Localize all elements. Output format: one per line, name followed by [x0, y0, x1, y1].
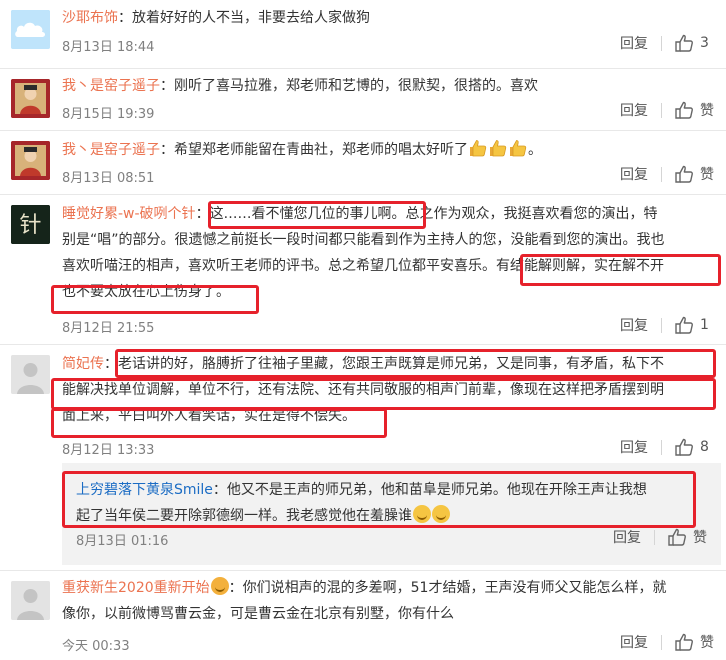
- comment-actions: 回复 赞: [620, 100, 714, 120]
- comment-username[interactable]: 睡觉好累-w-破咧个针: [62, 206, 196, 222]
- comment-time: 8月12日 21:55: [62, 321, 155, 336]
- comment-actions: 回复 3: [620, 33, 714, 53]
- divider: [661, 102, 662, 118]
- comment-item: 重获新生2020重新开始 ：你们说相声的混的多差啊，51才结婚，王声没有师父又能怎…: [0, 570, 726, 660]
- thumbs-up-icon[interactable]: [674, 164, 694, 184]
- reply-button[interactable]: 回复: [620, 100, 648, 120]
- character-avatar-icon: 针: [11, 205, 50, 244]
- comment-text: 放着好好的人不当，非要去给人家做狗: [132, 10, 370, 26]
- default-avatar-icon: [11, 581, 50, 620]
- divider: [654, 529, 655, 545]
- comment-username[interactable]: 我丶是窑子遥子: [62, 78, 160, 94]
- avatar-glyph: 针: [19, 213, 41, 238]
- thumbs-up-emoji-icon: [508, 139, 528, 157]
- comment-text: 刚听了喜马拉雅，郑老师和艺博的，很默契，很搭的。喜欢: [174, 78, 538, 94]
- avatar[interactable]: [11, 355, 50, 394]
- default-avatar-icon: [11, 355, 50, 394]
- thumbs-up-emoji-icon: [488, 139, 508, 157]
- divider: [661, 634, 662, 650]
- comment-item: 沙耶布饰：放着好好的人不当，非要去给人家做狗 8月13日 18:44 回复 3: [0, 0, 726, 68]
- thumbs-up-emoji-icon: [468, 139, 488, 157]
- cloud-avatar-icon: [11, 10, 50, 49]
- avatar[interactable]: [11, 10, 50, 49]
- reply-time: 8月13日 01:16: [76, 534, 169, 549]
- divider: [661, 166, 662, 182]
- comment-text-line: 像你，以前微博骂曹云金，可是曹云金在北京有别墅，你有什么: [62, 606, 454, 622]
- divider: [661, 35, 662, 51]
- comment-time: 8月12日 13:33: [62, 443, 155, 458]
- divider: [661, 317, 662, 333]
- comment-actions: 回复 赞: [620, 632, 714, 652]
- avatar[interactable]: [11, 581, 50, 620]
- comment-username[interactable]: 重获新生2020重新开始: [62, 580, 210, 596]
- comment-text-line: 别是“唱”的部分。很遗憾之前挺长一段时间都只能看到作为主持人的您，没能看到您的演…: [62, 232, 665, 248]
- comment-time: 8月13日 18:44: [62, 40, 155, 55]
- comment-username[interactable]: 沙耶布饰: [62, 10, 118, 26]
- comment-actions: 回复 赞: [620, 164, 714, 184]
- thumbs-up-icon[interactable]: [674, 100, 694, 120]
- reply-button[interactable]: 回复: [620, 632, 648, 652]
- thumbs-up-icon[interactable]: [674, 632, 694, 652]
- thumbs-up-icon[interactable]: [667, 527, 687, 547]
- thumbs-up-icon[interactable]: [674, 33, 694, 53]
- like-count[interactable]: 1: [700, 317, 714, 333]
- like-count[interactable]: 8: [700, 439, 714, 455]
- highlight-box: [62, 471, 696, 528]
- portrait-avatar-icon: [11, 79, 50, 118]
- like-button[interactable]: 赞: [693, 527, 707, 547]
- comment-actions: 回复 8: [620, 437, 714, 457]
- comment-actions: 回复 1: [620, 315, 714, 335]
- comment-text-line: 你们说相声的混的多差啊，51才结婚，王声没有师父又能怎么样，就: [242, 580, 667, 596]
- like-button[interactable]: 赞: [700, 100, 714, 120]
- avatar[interactable]: [11, 79, 50, 118]
- comment-username[interactable]: 我丶是窑子遥子: [62, 142, 160, 158]
- reply-actions: 回复 赞: [613, 527, 707, 547]
- reply-button[interactable]: 回复: [620, 437, 648, 457]
- comment-item: 我丶是窑子遥子：刚听了喜马拉雅，郑老师和艺博的，很默契，很搭的。喜欢 8月15日…: [0, 68, 726, 130]
- comment-time: 8月15日 19:39: [62, 107, 155, 122]
- comment-item: 我丶是窑子遥子：希望郑老师能留在青曲社，郑老师的唱太好听了。 8月13日 08:…: [0, 130, 726, 194]
- comment-time: 今天 00:33: [62, 639, 130, 654]
- comment-username[interactable]: 简妃传: [62, 356, 104, 372]
- highlight-box: [520, 254, 721, 286]
- highlight-box: [208, 201, 426, 229]
- heart-eyes-emoji-icon: [210, 577, 229, 595]
- reply-button[interactable]: 回复: [620, 164, 648, 184]
- thumbs-up-icon[interactable]: [674, 315, 694, 335]
- reply-button[interactable]: 回复: [620, 315, 648, 335]
- reply-button[interactable]: 回复: [613, 527, 641, 547]
- portrait-avatar-icon: [11, 141, 50, 180]
- highlight-box: [115, 349, 716, 378]
- divider: [661, 439, 662, 455]
- reply-button[interactable]: 回复: [620, 33, 648, 53]
- reply-item: 上穷碧落下黄泉Smile：他又不是王声的师兄弟，他和苗阜是师兄弟。他现在开除王声…: [62, 463, 721, 565]
- comment-item: 简妃传：老话讲的好，胳膊折了往袖子里藏，您跟王声既算是师兄弟，又是同事，有矛盾，…: [0, 344, 726, 570]
- highlight-box: [51, 408, 387, 438]
- like-count[interactable]: 3: [700, 35, 714, 51]
- avatar[interactable]: [11, 141, 50, 180]
- thumbs-up-icon[interactable]: [674, 437, 694, 457]
- comment-text: 希望郑老师能留在青曲社，郑老师的唱太好听了: [174, 142, 468, 158]
- comment-time: 8月13日 08:51: [62, 171, 155, 186]
- avatar[interactable]: 针: [11, 205, 50, 244]
- like-button[interactable]: 赞: [700, 632, 714, 652]
- like-button[interactable]: 赞: [700, 164, 714, 184]
- highlight-box: [51, 378, 716, 410]
- comment-item: 针 睡觉好累-w-破咧个针：这……看不懂您几位的事儿啊。总之作为观众，我挺喜欢看…: [0, 194, 726, 344]
- highlight-box: [51, 285, 259, 314]
